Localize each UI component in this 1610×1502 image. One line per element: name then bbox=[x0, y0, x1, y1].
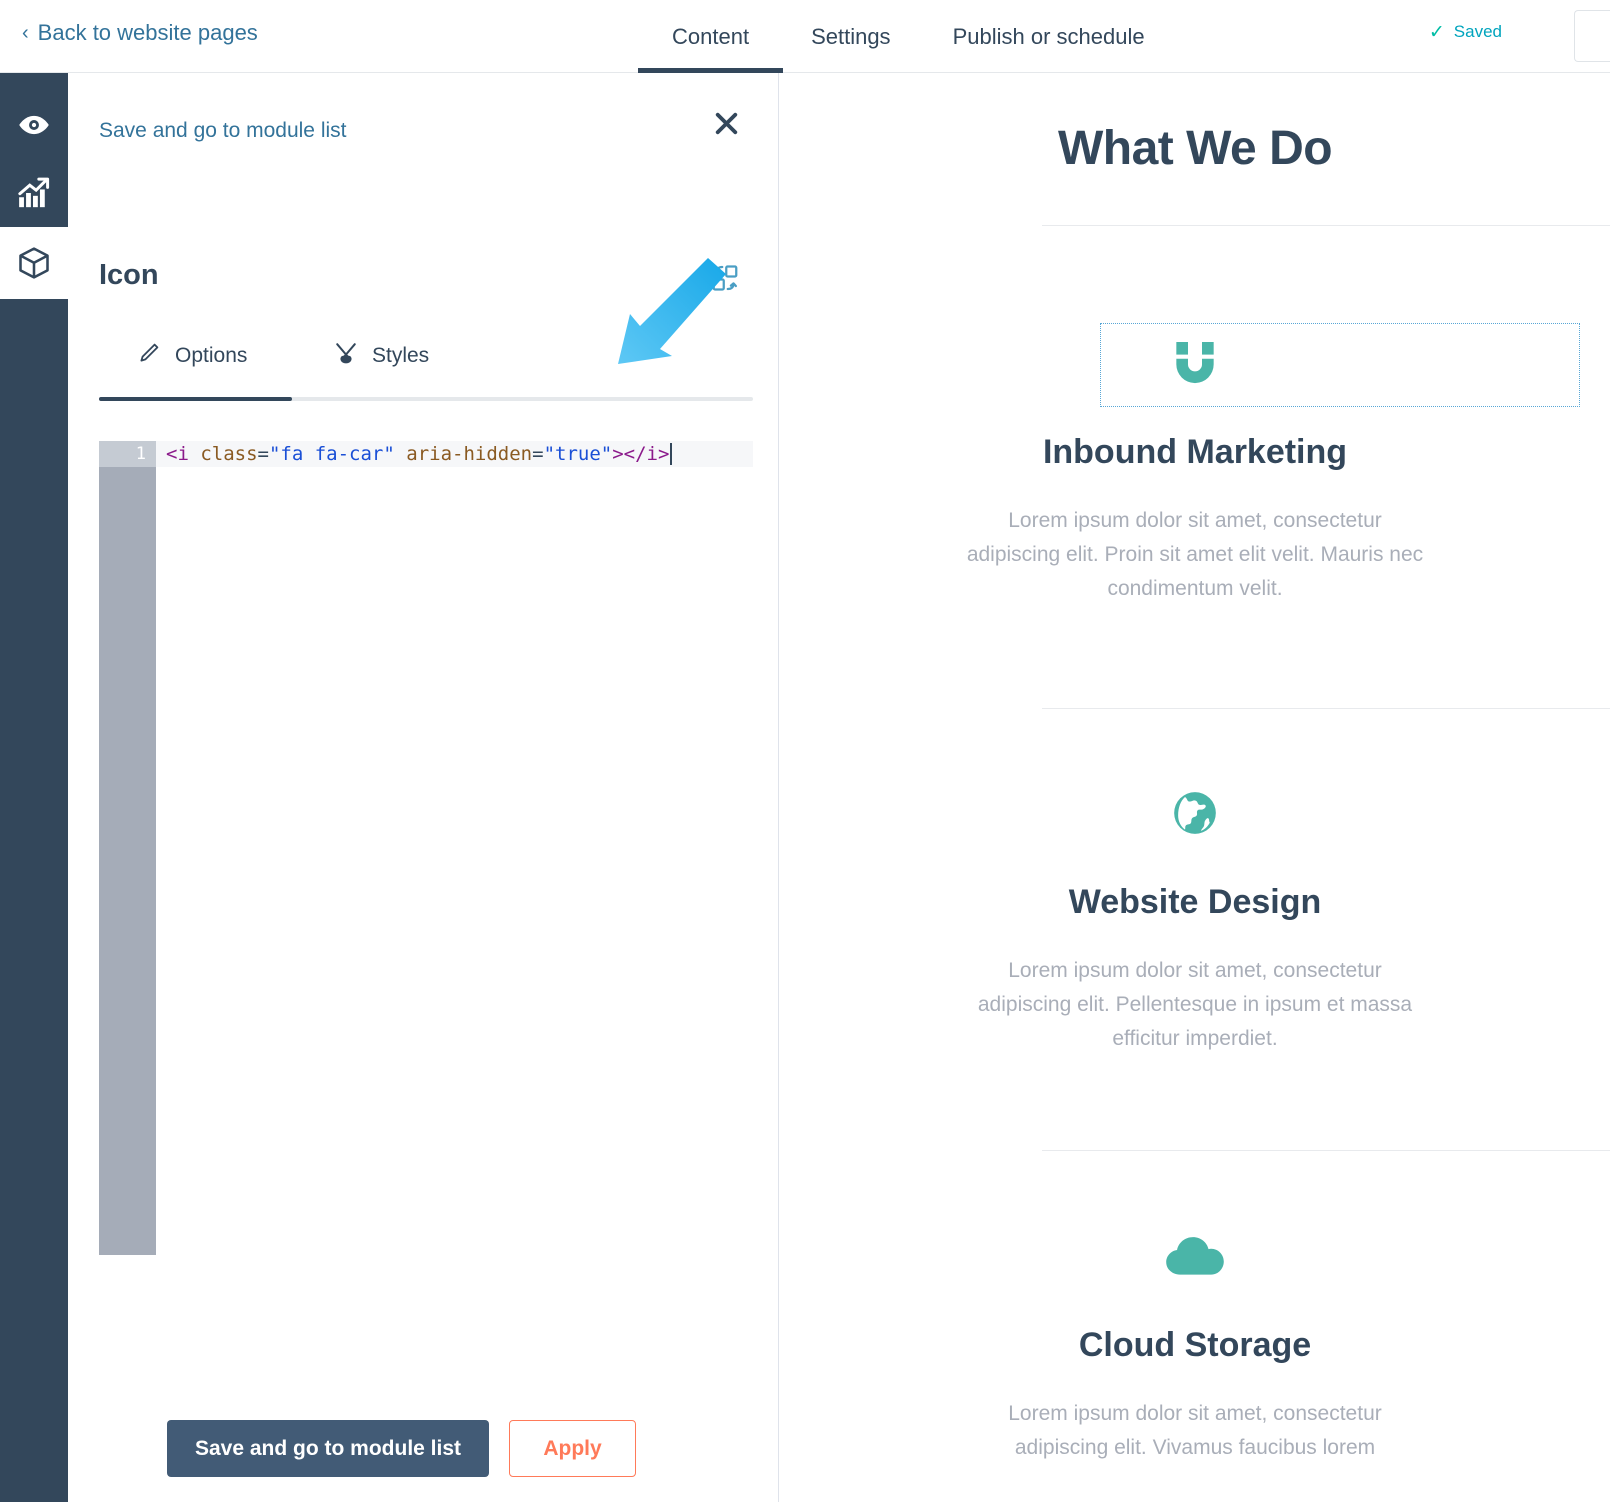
code-token-tag-open: <i bbox=[166, 443, 201, 465]
sidebar-item-optimize[interactable] bbox=[0, 159, 68, 227]
card-heading: Website Design bbox=[1068, 883, 1322, 921]
save-and-go-to-module-list-button[interactable]: Save and go to module list bbox=[167, 1420, 489, 1477]
globe-icon bbox=[1170, 788, 1220, 843]
close-panel-button[interactable] bbox=[711, 111, 741, 141]
tab-publish-label: Publish or schedule bbox=[952, 23, 1145, 49]
editor-gutter bbox=[99, 467, 156, 1255]
tab-styles-label: Styles bbox=[372, 344, 430, 367]
close-icon bbox=[713, 110, 740, 142]
app-root: ‹ Back to website pages Content Settings… bbox=[0, 0, 1610, 1502]
sidebar-item-modules[interactable] bbox=[0, 227, 68, 299]
module-edit-panel: Save and go to module list Icon Options … bbox=[68, 73, 779, 1502]
paintbrush-icon bbox=[334, 341, 358, 371]
card-body: Lorem ipsum dolor sit amet, consectetur … bbox=[977, 959, 1413, 1051]
card-heading: Inbound Marketing bbox=[1042, 433, 1348, 471]
code-token-attr-class: class bbox=[200, 443, 258, 465]
tab-options-label: Options bbox=[175, 344, 248, 367]
tab-content-label: Content bbox=[672, 23, 750, 49]
code-token-tag-close: ></i> bbox=[612, 443, 670, 465]
card-icon-wrapper bbox=[780, 773, 1610, 857]
apply-button[interactable]: Apply bbox=[509, 1420, 636, 1477]
cube-module-icon bbox=[16, 245, 52, 281]
divider-top bbox=[1042, 225, 1610, 226]
code-token-attr-aria: aria-hidden bbox=[406, 443, 533, 465]
divider-1 bbox=[1042, 708, 1610, 709]
card-heading: Cloud Storage bbox=[1078, 1326, 1312, 1364]
saved-label: Saved bbox=[1453, 22, 1502, 41]
preview-page-title: What We Do bbox=[1057, 122, 1333, 175]
module-card-inbound-marketing[interactable]: Inbound Marketing Lorem ipsum dolor sit … bbox=[780, 323, 1610, 606]
chart-growth-icon bbox=[17, 176, 51, 210]
tab-styles[interactable]: Styles bbox=[334, 341, 429, 371]
tab-publish-or-schedule[interactable]: Publish or schedule bbox=[953, 0, 1145, 73]
code-token-eq-1: = bbox=[257, 443, 269, 465]
pencil-icon bbox=[137, 341, 161, 371]
cloud-icon bbox=[1164, 1231, 1226, 1286]
card-body: Lorem ipsum dolor sit amet, consectetur … bbox=[1008, 1402, 1382, 1460]
code-editor[interactable]: 1 <i class = "fa fa-car" aria-hidden = "true… bbox=[99, 373, 753, 1293]
code-token-eq-2: = bbox=[532, 443, 544, 465]
swap-module-icon[interactable] bbox=[710, 263, 740, 298]
sidebar-item-preview[interactable] bbox=[0, 91, 68, 159]
check-icon: ✓ bbox=[1428, 21, 1445, 43]
saved-status: ✓ Saved bbox=[1429, 22, 1502, 42]
page-preview: What We Do Inbound Marketing Lorem ipsum… bbox=[780, 73, 1610, 1502]
tab-settings-label: Settings bbox=[811, 23, 891, 49]
panel-action-buttons: Save and go to module list Apply bbox=[167, 1420, 636, 1477]
tab-content[interactable]: Content bbox=[637, 0, 784, 73]
selected-module-outline bbox=[1100, 323, 1580, 407]
tab-options[interactable]: Options bbox=[137, 341, 247, 371]
save-and-go-to-module-list-link[interactable]: Save and go to module list bbox=[99, 119, 347, 143]
code-content[interactable]: <i class = "fa fa-car" aria-hidden = "true" >… bbox=[166, 441, 673, 467]
divider-2 bbox=[1042, 1150, 1610, 1151]
card-body: Lorem ipsum dolor sit amet, consectetur … bbox=[966, 509, 1424, 601]
card-icon-wrapper bbox=[780, 1216, 1610, 1300]
chevron-left-icon: ‹ bbox=[22, 22, 29, 44]
module-card-cloud-storage[interactable]: Cloud Storage Lorem ipsum dolor sit amet… bbox=[780, 1216, 1610, 1465]
eye-icon bbox=[17, 108, 51, 142]
page-title: Icon bbox=[99, 259, 159, 291]
left-icon-rail bbox=[0, 73, 68, 1502]
module-card-website-design[interactable]: Website Design Lorem ipsum dolor sit ame… bbox=[780, 773, 1610, 1056]
text-caret bbox=[670, 443, 673, 465]
code-token-str-aria: "true" bbox=[543, 443, 613, 465]
back-to-website-pages-link[interactable]: ‹ Back to website pages bbox=[22, 20, 258, 46]
line-number: 1 bbox=[99, 441, 156, 467]
tab-settings[interactable]: Settings bbox=[811, 0, 891, 73]
top-bar: ‹ Back to website pages Content Settings… bbox=[0, 0, 1610, 73]
top-right-panel-handle[interactable] bbox=[1574, 10, 1610, 62]
back-link-label: Back to website pages bbox=[37, 20, 258, 45]
top-tab-bar: Content Settings Publish or schedule bbox=[637, 0, 1145, 73]
code-token-str-class: "fa fa-car" bbox=[268, 443, 395, 465]
rail-spacer bbox=[0, 73, 68, 91]
